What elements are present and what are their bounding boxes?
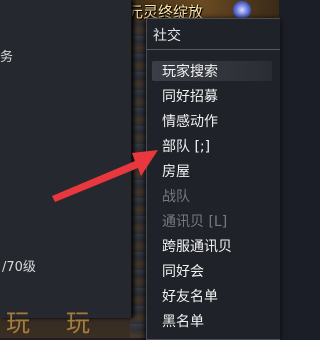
social-menu: 社交 玩家搜索 同好招募 情感动作 部队 [;] 房屋 战队 通讯贝 [L] 跨… xyxy=(146,18,280,340)
menu-divider xyxy=(147,49,280,50)
menu-item-blacklist[interactable]: 黑名单 xyxy=(162,311,204,331)
menu-item-linkshell: 通讯贝 [L] xyxy=(162,214,228,230)
left-panel-text-level: /70级 xyxy=(2,260,36,275)
menu-item-player-search[interactable]: 玩家搜索 xyxy=(152,61,272,81)
crystal-icon xyxy=(233,1,251,19)
left-window: 务 /70级 xyxy=(0,0,132,318)
watermark-right: 玩 xyxy=(66,309,90,337)
menu-item-hobby-recruit[interactable]: 同好招募 xyxy=(162,86,218,106)
left-panel-text-top: 务 xyxy=(0,50,14,65)
menu-item-crossworld-linkshell[interactable]: 跨服通讯贝 xyxy=(162,236,232,256)
menu-item-housing[interactable]: 房屋 xyxy=(162,161,190,181)
menu-item-party[interactable]: 部队 [;] xyxy=(162,136,210,156)
menu-title: 社交 xyxy=(153,28,181,44)
menu-item-team: 战队 xyxy=(162,189,190,205)
menu-item-friend-list[interactable]: 好友名单 xyxy=(162,286,218,306)
menu-item-emotes[interactable]: 情感动作 xyxy=(162,111,218,131)
menu-item-hobby-club[interactable]: 同好会 xyxy=(162,261,204,281)
watermark-left: 玩 xyxy=(6,309,30,337)
